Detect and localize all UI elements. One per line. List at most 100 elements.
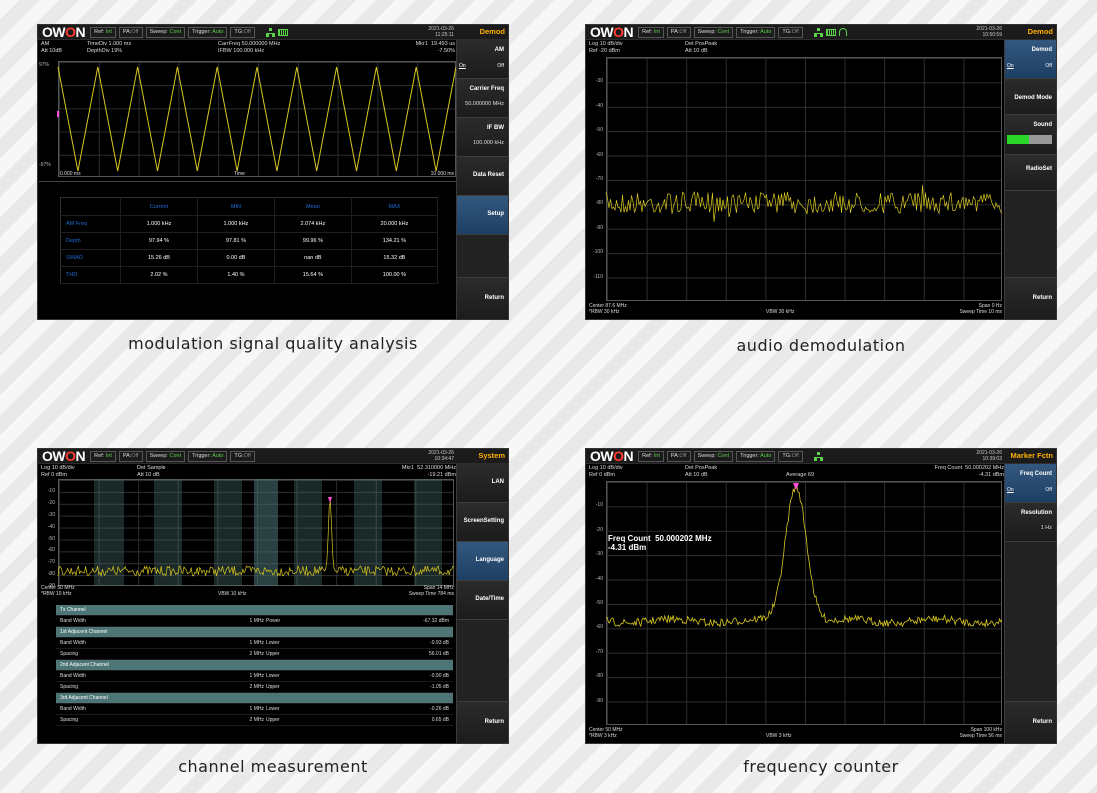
softkey-sound[interactable]: Sound bbox=[1005, 115, 1056, 155]
table-row: AM Freq 1.000 kHz 1.000 kHz 2.074 kHz 20.000… bbox=[60, 215, 439, 233]
channel-trace bbox=[57, 479, 455, 586]
y-axis-label: -60 bbox=[595, 151, 603, 158]
tg-status[interactable]: TG:Off bbox=[230, 26, 255, 38]
channel-table: Tx Channel Band Width 1 MHz Power -67.32 dBm… bbox=[56, 605, 453, 726]
y-axis-label: -40 bbox=[595, 102, 603, 109]
softkey-freq-count[interactable]: Freq Count On Off bbox=[1005, 464, 1056, 503]
cell-c3: Lower bbox=[266, 673, 280, 679]
waveform-line bbox=[57, 66, 457, 172]
cell-c2: 1 MHz bbox=[249, 618, 264, 624]
sweep-status[interactable]: Sweep: Cont bbox=[693, 26, 734, 38]
y-axis-label: -90 bbox=[595, 697, 603, 704]
pa-status[interactable]: PA:Off bbox=[666, 26, 691, 38]
softkey-demod[interactable]: Demod On Off bbox=[1005, 40, 1056, 79]
cell-c1: Spacing bbox=[60, 684, 79, 690]
y-axis-label: -30 bbox=[595, 78, 603, 85]
marker-1[interactable] bbox=[328, 497, 332, 503]
softkey-setup[interactable]: Setup bbox=[457, 196, 508, 235]
panel-audio-demodulation: OWON Ref: Int PA:Off Sweep: Cont Trigger… bbox=[585, 24, 1057, 320]
ref-status[interactable]: Ref: Int bbox=[638, 450, 664, 462]
channel-section-header: Tx Channel bbox=[56, 605, 453, 616]
owon-logo: OWON bbox=[590, 24, 634, 40]
y-axis-label: -30 bbox=[595, 551, 603, 558]
softkey-resolution[interactable]: Resolution 1 Hz bbox=[1005, 503, 1056, 542]
pa-status[interactable]: PA:Off bbox=[666, 450, 691, 462]
y-axis-label: -20 bbox=[47, 499, 55, 506]
network-icon bbox=[813, 451, 823, 461]
usb-icon bbox=[825, 28, 836, 36]
tg-status[interactable]: TG:Off bbox=[230, 450, 255, 462]
cell-c1: Band Width bbox=[60, 673, 86, 679]
y-axis-label: -40 bbox=[595, 575, 603, 582]
span-readout: Span 100 kHz Sweep Time 56 ms bbox=[959, 727, 1002, 739]
cell-c1: 2nd Adjacent Channel bbox=[60, 662, 109, 668]
carrier-info: CarrFreq 50.000000 MHz IFBW 100.000 kHz bbox=[218, 41, 281, 54]
caption-audio: audio demodulation bbox=[736, 336, 906, 355]
freq-count-readout: Freq Count 50.000202 MHz -4.31 dBm bbox=[934, 465, 1004, 478]
marker-1[interactable] bbox=[57, 111, 59, 117]
y-axis-label: -10 bbox=[595, 502, 603, 509]
menu-title: Demod bbox=[479, 27, 505, 36]
cell-c2: 1 MHz bbox=[249, 673, 264, 679]
softkey-carrier-freq[interactable]: Carrier Freq 50.000000 MHz bbox=[457, 79, 508, 118]
owon-logo: OWON bbox=[590, 448, 634, 464]
y-axis-label: -50 bbox=[595, 127, 603, 134]
vbw-readout: VBW 30 kHz bbox=[766, 309, 795, 315]
softkey-lan[interactable]: LAN bbox=[457, 464, 508, 503]
sweep-status[interactable]: Sweep: Cont bbox=[693, 450, 734, 462]
trigger-status[interactable]: Trigger: Auto bbox=[188, 26, 228, 38]
scale-info: Log 10 dB/div Ref -20 dBm bbox=[589, 41, 623, 54]
table-row: THD 2.02 % 1.40 % 15.64 % 100.00 % bbox=[60, 266, 439, 284]
average-count: Average 69 bbox=[786, 472, 815, 478]
softkey-am[interactable]: AM On Off bbox=[457, 40, 508, 79]
y-axis-label: -20 bbox=[595, 526, 603, 533]
x-mid-label: Time bbox=[234, 171, 245, 177]
trigger-status[interactable]: Trigger: Auto bbox=[736, 26, 776, 38]
softkey-if-bw[interactable]: IF BW 100.000 kHz bbox=[457, 118, 508, 157]
span-readout: Span 14 MHz Sweep Time 784 ms bbox=[408, 585, 454, 597]
cell-c1: Band Width bbox=[60, 640, 86, 646]
y-axis-label: -50 bbox=[47, 535, 55, 542]
y-axis-label: -70 bbox=[47, 559, 55, 566]
y-axis-label: -70 bbox=[595, 176, 603, 182]
ref-status[interactable]: Ref: Int bbox=[638, 26, 664, 38]
cell-c1: Spacing bbox=[60, 651, 79, 657]
cell-c4: -0.26 dB bbox=[430, 706, 449, 712]
ref-status[interactable]: Ref: Int bbox=[90, 26, 116, 38]
pa-status[interactable]: PA:Off bbox=[118, 450, 143, 462]
sound-volume-bar[interactable] bbox=[1007, 135, 1052, 144]
trigger-status[interactable]: Trigger: Auto bbox=[188, 450, 228, 462]
softkey-demod-mode[interactable]: Demod Mode bbox=[1005, 79, 1056, 115]
softkey-data-reset[interactable]: Data Reset bbox=[457, 157, 508, 196]
softkey-return[interactable]: Return bbox=[457, 701, 508, 743]
trigger-status[interactable]: Trigger: Auto bbox=[736, 450, 776, 462]
softkey-screen-setting[interactable]: ScreenSetting bbox=[457, 503, 508, 542]
table-row: Band Width 1 MHz Lower -0.26 dB bbox=[56, 704, 453, 715]
pa-status[interactable]: PA:Off bbox=[118, 26, 143, 38]
sweep-status[interactable]: Sweep: Cont bbox=[145, 450, 186, 462]
caption-frequency-counter: frequency counter bbox=[743, 757, 899, 776]
tg-status[interactable]: TG:Off bbox=[778, 450, 803, 462]
freq-count-annotation: Freq Count 50.000202 MHz -4.31 dBm bbox=[608, 534, 712, 552]
panel-frequency-counter: OWON Ref: Int PA:Off Sweep: Cont Trigger… bbox=[585, 448, 1057, 744]
y-axis-label: -70 bbox=[595, 648, 603, 655]
softkey-radioset[interactable]: RadioSet bbox=[1005, 155, 1056, 191]
tg-status[interactable]: TG:Off bbox=[778, 26, 803, 38]
softkey-return[interactable]: Return bbox=[1005, 277, 1056, 319]
ref-status[interactable]: Ref: Int bbox=[90, 450, 116, 462]
softkey-language[interactable]: Language bbox=[457, 542, 508, 581]
cell-c4: -0.93 dB bbox=[430, 640, 449, 646]
table-row: Spacing 2 MHz Upper -1.05 dB bbox=[56, 682, 453, 693]
softkey-return[interactable]: Return bbox=[457, 277, 508, 319]
softkey-return[interactable]: Return bbox=[1005, 701, 1056, 743]
cell-c3: Upper bbox=[266, 717, 280, 723]
softkey-date-time[interactable]: Date/Time bbox=[457, 581, 508, 620]
menu-title: Demod bbox=[1027, 27, 1053, 36]
y-axis-label: -60 bbox=[595, 624, 603, 631]
cell-c1: 3rd Adjacent Channel bbox=[60, 695, 108, 701]
datetime: 2021-03-26 10:50:59 bbox=[976, 26, 1002, 38]
marker-peak[interactable] bbox=[793, 483, 799, 490]
cell-c3: Lower bbox=[266, 640, 280, 646]
sweep-status[interactable]: Sweep: Cont bbox=[145, 26, 186, 38]
table-row: Depth 97.94 % 97.81 % 99.96 % 134.21 % bbox=[60, 232, 439, 250]
